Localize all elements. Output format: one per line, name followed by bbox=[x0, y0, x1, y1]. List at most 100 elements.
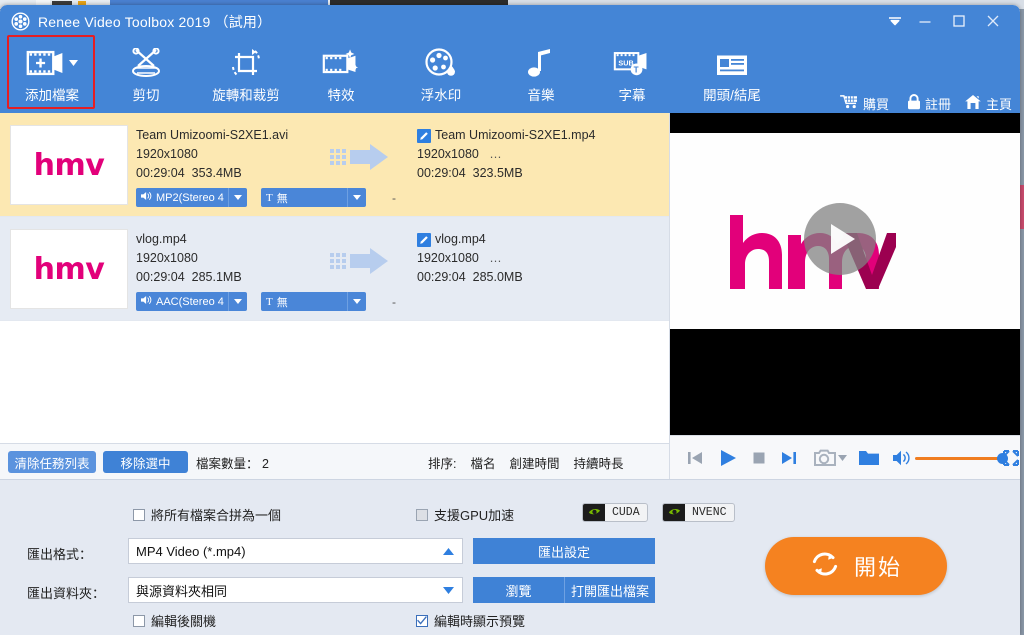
toolbar-label-subtitle: 字幕 bbox=[618, 88, 646, 103]
folder-icon[interactable] bbox=[859, 449, 879, 466]
audio-track-select[interactable]: MP2(Stereo 4 bbox=[136, 188, 247, 207]
export-folder-label: 匯出資料夾： bbox=[27, 586, 106, 601]
caret-down-icon[interactable] bbox=[443, 578, 454, 602]
chevron-down-icon[interactable] bbox=[228, 292, 247, 311]
show-preview-checkbox[interactable]: 編輯時顯示預覽 bbox=[416, 611, 525, 630]
music-note-icon bbox=[528, 43, 554, 83]
chevron-down-icon[interactable] bbox=[347, 292, 366, 311]
convert-arrow-icon bbox=[330, 141, 400, 173]
toolbar-item-watermark[interactable]: 浮水印 bbox=[400, 37, 482, 113]
caret-down-icon[interactable] bbox=[838, 454, 847, 461]
toolbar-item-rotate-crop[interactable]: 旋轉和裁剪 bbox=[197, 37, 295, 113]
subtitle-track-label: 無 bbox=[276, 192, 288, 205]
browse-button[interactable]: 瀏覽 bbox=[473, 577, 565, 603]
table-row[interactable]: hmv vlog.mp4 1920x1080 00:29:04 285.1MB bbox=[0, 217, 669, 321]
file-list-panel: hmv Team Umizoomi-S2XE1.avi 1920x1080 00… bbox=[0, 113, 670, 443]
volume-slider[interactable] bbox=[915, 451, 1008, 465]
output-size: 285.0MB bbox=[472, 270, 523, 284]
remove-selected-button[interactable]: 移除選中 bbox=[103, 451, 188, 473]
play-icon[interactable] bbox=[718, 448, 738, 468]
nvenc-badge[interactable]: NVENC bbox=[662, 503, 735, 522]
skip-next-icon[interactable] bbox=[780, 449, 798, 467]
toolbar-label-effect: 特效 bbox=[327, 88, 355, 103]
caret-up-icon[interactable] bbox=[443, 539, 454, 563]
speaker-icon[interactable] bbox=[893, 450, 911, 466]
collapse-ribbon-button[interactable] bbox=[882, 10, 908, 32]
export-format-select[interactable]: MP4 Video (*.mp4) bbox=[128, 538, 463, 564]
register-link[interactable]: 註冊 bbox=[907, 93, 951, 113]
gpu-acceleration-checkbox[interactable]: 支援GPU加速 bbox=[416, 505, 514, 524]
sort-by-duration[interactable]: 持續時長 bbox=[574, 453, 624, 472]
play-circle-icon[interactable] bbox=[804, 203, 876, 275]
sort-label: 排序: bbox=[428, 457, 457, 471]
toolbar-item-intro-outro[interactable]: 開頭/結尾 bbox=[684, 37, 780, 113]
open-output-button[interactable]: 打開匯出檔案 bbox=[565, 577, 655, 603]
player-controls bbox=[670, 435, 1020, 479]
table-row[interactable]: hmv Team Umizoomi-S2XE1.avi 1920x1080 00… bbox=[0, 113, 669, 217]
scissors-icon bbox=[128, 43, 164, 83]
source-size: 285.1MB bbox=[191, 270, 242, 284]
buy-link[interactable]: 購買 bbox=[840, 93, 889, 113]
clear-task-list-button[interactable]: 清除任務列表 bbox=[8, 451, 96, 473]
stop-icon[interactable] bbox=[752, 451, 766, 465]
gpu-acceleration-label: 支援GPU加速 bbox=[434, 508, 515, 523]
toolbar-label-intro-outro: 開頭/結尾 bbox=[703, 88, 761, 103]
subtitle-track-select[interactable]: T 無 bbox=[261, 188, 366, 207]
file-count: 檔案數量： 2 bbox=[196, 453, 269, 472]
maximize-button[interactable] bbox=[946, 10, 972, 32]
camera-icon[interactable] bbox=[814, 449, 836, 467]
add-file-icon bbox=[26, 43, 78, 83]
checkbox-box bbox=[133, 614, 145, 627]
show-preview-label: 編輯時顯示預覽 bbox=[434, 614, 526, 629]
toolbar-label-watermark: 浮水印 bbox=[420, 88, 462, 103]
output-more-button[interactable]: … bbox=[489, 147, 503, 161]
toolbar-label-music: 音樂 bbox=[527, 88, 555, 103]
export-format-label: 匯出格式： bbox=[27, 547, 93, 562]
register-link-label: 註冊 bbox=[924, 96, 951, 112]
toolbar-item-music[interactable]: 音樂 bbox=[505, 37, 577, 113]
skip-previous-icon[interactable] bbox=[686, 449, 704, 467]
video-frame bbox=[670, 133, 1020, 329]
subtitle-track-select[interactable]: T 無 bbox=[261, 292, 366, 311]
chevron-down-icon[interactable] bbox=[347, 188, 366, 207]
cuda-badge[interactable]: CUDA bbox=[582, 503, 648, 522]
title-bar[interactable]: Renee Video Toolbox 2019 （試用） bbox=[0, 5, 1020, 37]
sort-by-created-time[interactable]: 創建時間 bbox=[510, 453, 560, 472]
close-button[interactable] bbox=[980, 10, 1006, 32]
cuda-badge-label: CUDA bbox=[612, 506, 640, 519]
toolbar-item-add-file[interactable]: 添加檔案 bbox=[9, 37, 95, 113]
main-toolbar: 添加檔案 剪切 旋轉和裁剪 特效 浮水印 音樂 SUB T 字幕 開頭/結尾 購… bbox=[0, 37, 1020, 113]
crop-rotate-icon bbox=[229, 43, 263, 83]
intro-outro-icon bbox=[716, 43, 748, 83]
subtitle-icon: SUB T bbox=[613, 43, 651, 83]
audio-track-label: MP2(Stereo 4 bbox=[156, 191, 224, 204]
video-preview[interactable] bbox=[670, 113, 1020, 435]
toolbar-item-effect[interactable]: 特效 bbox=[303, 37, 379, 113]
output-duration: 00:29:04 bbox=[417, 166, 466, 180]
audio-track-select[interactable]: AAC(Stereo 4 bbox=[136, 292, 247, 311]
export-settings-button[interactable]: 匯出設定 bbox=[473, 538, 655, 564]
output-file-info: Team Umizoomi-S2XE1.mp4 1920x1080 … 00:2… bbox=[417, 126, 595, 183]
start-button[interactable]: 開始 bbox=[765, 537, 947, 595]
speaker-icon bbox=[141, 295, 152, 308]
source-resolution: 1920x1080 bbox=[136, 147, 198, 161]
toolbar-label-rotate-crop: 旋轉和裁剪 bbox=[212, 88, 280, 103]
shutdown-after-edit-checkbox[interactable]: 編輯後關機 bbox=[133, 611, 216, 630]
volume-knob[interactable] bbox=[997, 452, 1008, 464]
source-duration: 00:29:04 bbox=[136, 270, 185, 284]
export-folder-select[interactable]: 與源資料夾相同 bbox=[128, 577, 463, 603]
minimize-button[interactable] bbox=[912, 10, 938, 32]
merge-files-checkbox[interactable]: 將所有檔案合拼為一個 bbox=[133, 505, 281, 524]
audio-track-label: AAC(Stereo 4 bbox=[156, 295, 224, 308]
nvidia-eye-icon bbox=[583, 504, 605, 521]
edit-icon[interactable] bbox=[417, 232, 431, 247]
subtitle-track-label: 無 bbox=[276, 296, 288, 309]
file-list-empty-area[interactable] bbox=[0, 321, 669, 443]
output-more-button[interactable]: … bbox=[489, 251, 503, 265]
edit-icon[interactable] bbox=[417, 128, 431, 143]
home-link[interactable]: 主頁 bbox=[964, 93, 1012, 113]
toolbar-item-cut[interactable]: 剪切 bbox=[105, 37, 187, 113]
chevron-down-icon[interactable] bbox=[228, 188, 247, 207]
toolbar-item-subtitle[interactable]: SUB T 字幕 bbox=[596, 37, 668, 113]
sort-by-filename[interactable]: 檔名 bbox=[470, 453, 495, 472]
